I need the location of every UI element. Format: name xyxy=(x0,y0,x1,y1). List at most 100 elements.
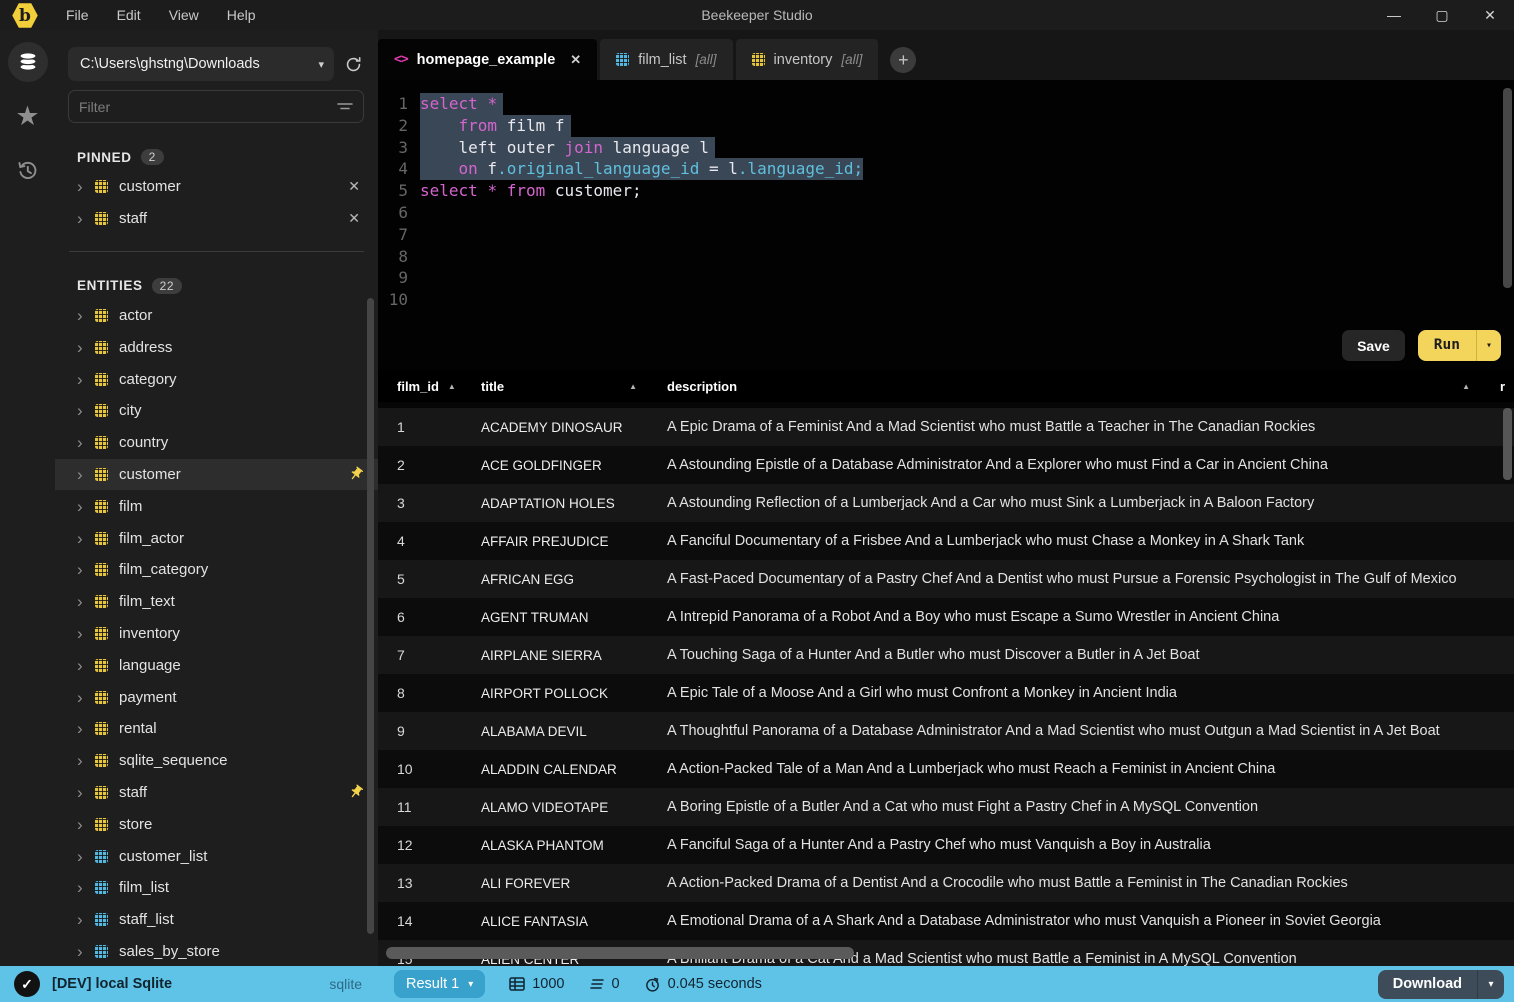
column-header-description[interactable]: description ▲ xyxy=(667,379,1500,394)
sidebar-item-sqlite_sequence[interactable]: › sqlite_sequence xyxy=(55,745,378,777)
chevron-right-icon[interactable]: › xyxy=(77,657,95,674)
tab-film_list[interactable]: film_list [all] xyxy=(600,39,733,80)
chevron-right-icon[interactable]: › xyxy=(77,943,95,960)
refresh-button[interactable] xyxy=(342,55,364,74)
history-rail-button[interactable] xyxy=(8,150,48,190)
sort-asc-icon[interactable]: ▲ xyxy=(1462,382,1470,391)
sidebar-item-rental[interactable]: › rental xyxy=(55,713,378,745)
sidebar-item-category[interactable]: › category xyxy=(55,363,378,395)
close-button[interactable]: ✕ xyxy=(1466,0,1514,30)
column-header-r[interactable]: r xyxy=(1500,379,1514,394)
sort-asc-icon[interactable]: ▲ xyxy=(448,382,456,391)
result-tab-button[interactable]: Result 1 ▾ xyxy=(394,970,486,998)
sql-editor[interactable]: 1 select * 2 from film f3 left outer join … xyxy=(378,80,1514,370)
unpin-close-icon[interactable]: ✕ xyxy=(344,208,364,229)
editor-scrollbar[interactable] xyxy=(1503,88,1512,288)
table-row[interactable]: 12 ALASKA PHANTOM A Fanciful Saga of a Hun… xyxy=(378,826,1514,864)
chevron-right-icon[interactable]: › xyxy=(77,561,95,578)
tab-homepage_example[interactable]: <> homepage_example ✕ xyxy=(378,39,598,80)
sidebar-item-film_list[interactable]: › film_list xyxy=(55,872,378,904)
run-button[interactable]: Run ▾ xyxy=(1417,330,1501,361)
column-header-title[interactable]: title ▲ xyxy=(481,379,667,394)
save-button[interactable]: Save xyxy=(1342,330,1405,361)
sidebar-item-payment[interactable]: › payment xyxy=(55,681,378,713)
download-button[interactable]: Download ▾ xyxy=(1377,969,1504,999)
table-row[interactable]: 8 AIRPORT POLLOCK A Epic Tale of a Moose A… xyxy=(378,674,1514,712)
table-row[interactable]: 11 ALAMO VIDEOTAPE A Boring Epistle of a B… xyxy=(378,788,1514,826)
table-row[interactable]: 7 AIRPLANE SIERRA A Touching Saga of a Hun… xyxy=(378,636,1514,674)
chevron-right-icon[interactable]: › xyxy=(77,371,95,388)
results-horizontal-scrollbar[interactable] xyxy=(386,947,854,959)
unpin-close-icon[interactable]: ✕ xyxy=(344,176,364,197)
minimize-button[interactable]: — xyxy=(1370,0,1418,30)
table-row[interactable]: 3 ADAPTATION HOLES A Astounding Reflection… xyxy=(378,484,1514,522)
chevron-right-icon[interactable]: › xyxy=(77,434,95,451)
sidebar-item-inventory[interactable]: › inventory xyxy=(55,618,378,650)
chevron-right-icon[interactable]: › xyxy=(77,210,95,227)
chevron-right-icon[interactable]: › xyxy=(77,911,95,928)
chevron-right-icon[interactable]: › xyxy=(77,784,95,801)
table-row[interactable]: 9 ALABAMA DEVIL A Thoughtful Panorama of a… xyxy=(378,712,1514,750)
connections-rail-button[interactable] xyxy=(7,42,48,82)
tab-inventory[interactable]: inventory [all] xyxy=(735,39,879,80)
sidebar-item-address[interactable]: › address xyxy=(55,331,378,363)
favorites-rail-button[interactable]: ★ xyxy=(8,96,48,136)
chevron-right-icon[interactable]: › xyxy=(77,530,95,547)
sidebar-item-actor[interactable]: › actor xyxy=(55,300,378,332)
chevron-right-icon[interactable]: › xyxy=(77,689,95,706)
chevron-right-icon[interactable]: › xyxy=(77,466,95,483)
pin-icon[interactable] xyxy=(348,784,364,800)
table-row[interactable]: 6 AGENT TRUMAN A Intrepid Panorama of a Ro… xyxy=(378,598,1514,636)
sidebar-item-film[interactable]: › film xyxy=(55,490,378,522)
sidebar-item-film_category[interactable]: › film_category xyxy=(55,554,378,586)
chevron-right-icon[interactable]: › xyxy=(77,178,95,195)
sidebar-item-sales_by_store[interactable]: › sales_by_store xyxy=(55,936,378,966)
pin-icon[interactable] xyxy=(348,466,364,482)
run-options-caret[interactable]: ▾ xyxy=(1477,330,1501,361)
sidebar-item-city[interactable]: › city xyxy=(55,395,378,427)
sidebar-item-store[interactable]: › store xyxy=(55,808,378,840)
tab-close-icon[interactable]: ✕ xyxy=(570,52,581,68)
maximize-button[interactable]: ▢ xyxy=(1418,0,1466,30)
table-row[interactable]: 14 ALICE FANTASIA A Emotional Drama of a A… xyxy=(378,902,1514,940)
chevron-right-icon[interactable]: › xyxy=(77,720,95,737)
chevron-right-icon[interactable]: › xyxy=(77,593,95,610)
chevron-right-icon[interactable]: › xyxy=(77,402,95,419)
chevron-right-icon[interactable]: › xyxy=(77,307,95,324)
table-row[interactable]: 13 ALI FOREVER A Action-Packed Drama of a … xyxy=(378,864,1514,902)
run-button-label[interactable]: Run xyxy=(1418,330,1476,361)
chevron-right-icon[interactable]: › xyxy=(77,848,95,865)
new-tab-button[interactable]: + xyxy=(890,47,917,73)
download-label[interactable]: Download xyxy=(1378,970,1477,999)
connection-selector[interactable]: C:\Users\ghstng\Downloads ▾ xyxy=(68,47,334,81)
table-row[interactable]: 1 ACADEMY DINOSAUR A Epic Drama of a Femin… xyxy=(378,408,1514,446)
sidebar-item-staff_list[interactable]: › staff_list xyxy=(55,904,378,936)
table-row[interactable]: 4 AFFAIR PREJUDICE A Fanciful Documentary … xyxy=(378,522,1514,560)
menu-view[interactable]: View xyxy=(155,0,213,30)
sidebar-item-customer_list[interactable]: › customer_list xyxy=(55,840,378,872)
download-options-caret[interactable]: ▾ xyxy=(1478,970,1504,999)
chevron-right-icon[interactable]: › xyxy=(77,339,95,356)
menu-help[interactable]: Help xyxy=(213,0,270,30)
sidebar-item-film_text[interactable]: › film_text xyxy=(55,586,378,618)
menu-edit[interactable]: Edit xyxy=(103,0,155,30)
chevron-right-icon[interactable]: › xyxy=(77,816,95,833)
filter-input[interactable] xyxy=(79,98,337,115)
chevron-right-icon[interactable]: › xyxy=(77,879,95,896)
sidebar-item-customer[interactable]: › customer xyxy=(55,458,378,491)
sidebar-scrollbar[interactable] xyxy=(367,298,374,934)
sidebar-item-staff[interactable]: › staff ✕ xyxy=(55,203,378,235)
table-row[interactable]: 2 ACE GOLDFINGER A Astounding Epistle of a… xyxy=(378,446,1514,484)
menu-file[interactable]: File xyxy=(52,0,103,30)
table-row[interactable]: 5 AFRICAN EGG A Fast-Paced Documentary of … xyxy=(378,560,1514,598)
sidebar-item-country[interactable]: › country xyxy=(55,427,378,459)
sidebar-item-film_actor[interactable]: › film_actor xyxy=(55,522,378,554)
chevron-right-icon[interactable]: › xyxy=(77,498,95,515)
chevron-right-icon[interactable]: › xyxy=(77,752,95,769)
sidebar-item-language[interactable]: › language xyxy=(55,649,378,681)
sort-asc-icon[interactable]: ▲ xyxy=(629,382,637,391)
column-header-film_id[interactable]: film_id ▲ xyxy=(397,379,481,394)
table-row[interactable]: 10 ALADDIN CALENDAR A Action-Packed Tale o… xyxy=(378,750,1514,788)
results-vertical-scrollbar[interactable] xyxy=(1503,408,1512,480)
chevron-right-icon[interactable]: › xyxy=(77,625,95,642)
